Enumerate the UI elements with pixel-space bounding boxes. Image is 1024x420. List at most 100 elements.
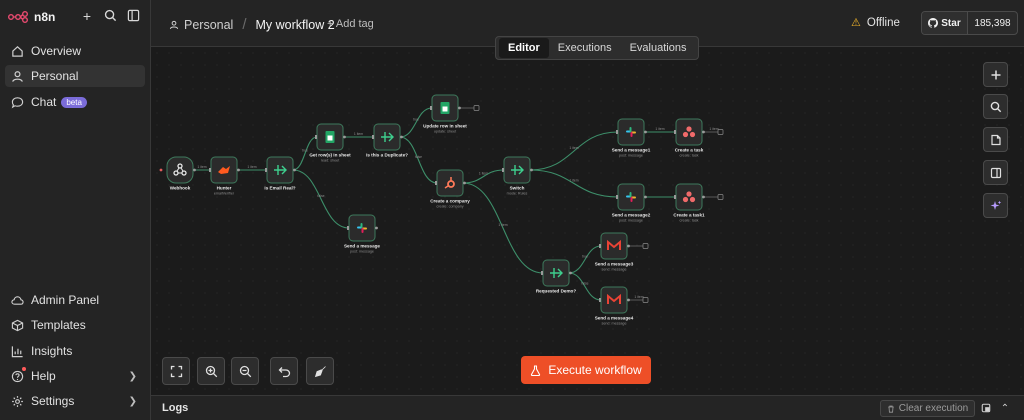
zoom-in-button[interactable]	[197, 357, 225, 385]
sidebar-item-personal[interactable]: Personal	[5, 65, 145, 87]
sidebar-item-settings[interactable]: Settings ❯	[5, 390, 145, 412]
input-handle[interactable]	[347, 226, 349, 230]
sheets-icon	[325, 131, 335, 143]
input-handle[interactable]	[502, 168, 504, 172]
input-handle[interactable]	[209, 168, 211, 172]
output-handle[interactable]	[237, 168, 240, 172]
chevron-right-icon: ❯	[128, 395, 137, 407]
input-handle[interactable]	[599, 298, 601, 302]
breadcrumb-separator: /	[242, 16, 247, 33]
output-handle[interactable]	[458, 106, 461, 110]
output-handle[interactable]	[644, 130, 647, 134]
search-icon[interactable]	[103, 9, 117, 23]
node-sendmsg2[interactable]: Send a message2post: message	[612, 183, 651, 223]
output-handle[interactable]	[569, 271, 572, 275]
sidebar-item-chat[interactable]: Chat beta	[5, 91, 145, 113]
sidebar-toggle-icon[interactable]	[126, 9, 140, 23]
sticky-note-button[interactable]	[983, 127, 1008, 152]
github-star-button[interactable]: Star	[922, 12, 968, 34]
node-switch[interactable]: Switchmode: Rules	[502, 156, 533, 196]
input-handle[interactable]	[616, 195, 618, 199]
output-handle[interactable]	[702, 130, 705, 134]
cloud-icon	[11, 294, 24, 307]
fullscreen-icon	[170, 365, 182, 377]
plus-icon[interactable]: +	[80, 9, 94, 23]
tidy-up-button[interactable]	[306, 357, 334, 385]
sidebar-item-overview[interactable]: Overview	[5, 40, 145, 62]
edge-reqdemo-sendmsg4	[568, 272, 602, 301]
input-handle[interactable]	[541, 271, 543, 275]
chevron-up-icon[interactable]: ⌃	[999, 402, 1011, 414]
add-next-node-plus-icon[interactable]	[717, 129, 724, 135]
node-sendmsg[interactable]: Send a messagepost: message	[344, 214, 380, 254]
output-handle[interactable]	[193, 168, 196, 172]
node-isemail[interactable]: Is Email Real?	[264, 156, 296, 191]
output-handle[interactable]	[530, 168, 533, 172]
add-tag-button[interactable]: + Add tag	[327, 18, 374, 30]
input-handle[interactable]	[599, 244, 601, 248]
input-handle[interactable]	[616, 130, 618, 134]
node-isdup[interactable]: Is this a Duplicate?	[366, 123, 408, 158]
undo-button[interactable]	[270, 357, 298, 385]
add-node-button[interactable]	[983, 62, 1008, 87]
github-star-widget[interactable]: Star 185,398	[921, 11, 1018, 35]
side-panel-button[interactable]	[983, 160, 1008, 185]
user-icon	[169, 20, 179, 29]
node-webhook[interactable]: Webhook	[159, 156, 196, 191]
input-handle[interactable]	[674, 130, 676, 134]
github-star-count: 185,398	[974, 17, 1011, 29]
output-handle[interactable]	[463, 181, 466, 185]
logo[interactable]: n8n	[8, 8, 144, 26]
broom-icon	[314, 365, 326, 377]
sidebar-item-insights[interactable]: Insights	[5, 340, 145, 362]
output-handle[interactable]	[400, 135, 403, 139]
workflow-title[interactable]: My workflow 2	[256, 18, 335, 32]
add-next-node-plus-icon[interactable]	[473, 105, 480, 111]
node-reqdemo[interactable]: Requested Demo?	[536, 259, 577, 294]
output-handle[interactable]	[627, 244, 630, 248]
logs-panel[interactable]: Logs Clear execution ⌃	[151, 395, 1024, 420]
node-subtitle: send: message	[601, 268, 626, 272]
breadcrumb-project[interactable]: Personal	[184, 18, 233, 32]
output-handle[interactable]	[293, 168, 296, 172]
output-handle[interactable]	[343, 135, 346, 139]
output-handle[interactable]	[627, 298, 630, 302]
node-task1[interactable]: Create a task1create: task	[673, 183, 705, 223]
sidebar-item-label: Settings	[31, 394, 75, 408]
input-handle[interactable]	[315, 135, 317, 139]
output-handle[interactable]	[375, 226, 378, 230]
output-handle[interactable]	[702, 195, 705, 199]
node-sendmsg1[interactable]: Send a message1post: message	[612, 118, 651, 158]
input-handle[interactable]	[674, 195, 676, 199]
search-nodes-button[interactable]	[983, 94, 1008, 119]
node-label: Create a company	[430, 199, 470, 204]
add-next-node-plus-icon[interactable]	[717, 194, 724, 200]
sidebar-item-templates[interactable]: Templates	[5, 314, 145, 336]
input-handle[interactable]	[430, 106, 432, 110]
ai-assistant-button[interactable]	[983, 193, 1008, 218]
input-handle[interactable]	[435, 181, 437, 185]
node-hunter[interactable]: HunteremailVerifier	[209, 156, 240, 196]
add-next-node-plus-icon[interactable]	[642, 297, 649, 303]
clear-execution-button[interactable]: Clear execution	[880, 400, 975, 417]
zoom-out-button[interactable]	[231, 357, 259, 385]
node-sendmsg4[interactable]: Send a message4send: message	[595, 286, 634, 326]
input-handle[interactable]	[372, 135, 374, 139]
input-handle[interactable]	[265, 168, 267, 172]
fit-view-button[interactable]	[162, 357, 190, 385]
node-task[interactable]: Create a taskcreate: task	[674, 118, 705, 158]
node-createco[interactable]: Create a companycreate: company	[430, 169, 470, 209]
sidebar-item-help[interactable]: Help ❯	[5, 365, 145, 387]
workflow-canvas[interactable]: Editor Executions Evaluations 1 item 1 it…	[151, 36, 1024, 395]
output-handle[interactable]	[644, 195, 647, 199]
node-subtitle: post: message	[619, 154, 643, 158]
offline-status[interactable]: ⚠ Offline	[851, 16, 900, 30]
node-sendmsg3[interactable]: Send a message3send: message	[595, 232, 634, 272]
node-getrows[interactable]: Get row(s) in sheetread: sheet	[309, 123, 351, 163]
popout-icon[interactable]	[980, 402, 992, 414]
add-next-node-plus-icon[interactable]	[642, 243, 649, 249]
execute-workflow-button[interactable]: Execute workflow	[521, 356, 651, 384]
node-updaterow[interactable]: Update row in sheetupdate: sheet	[423, 94, 467, 134]
sidebar-item-admin-panel[interactable]: Admin Panel	[5, 289, 145, 311]
workflow-graph[interactable]: 1 item 1 item true false 1 item true false 1 it…	[151, 47, 1024, 347]
